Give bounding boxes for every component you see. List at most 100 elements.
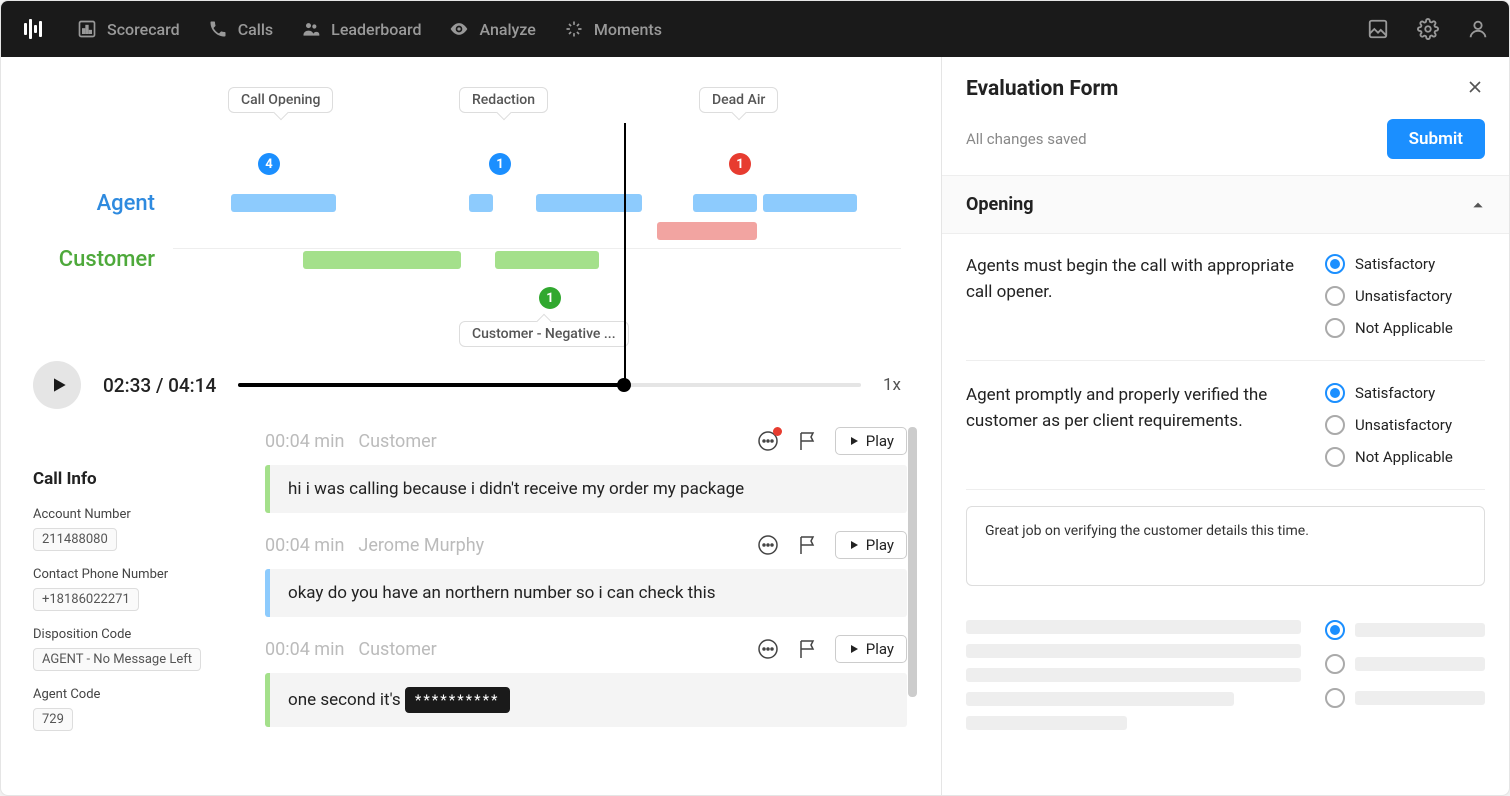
nav-label: Analyze [479,20,535,39]
timeline-tag[interactable]: Dead Air [699,87,778,113]
playback-speed[interactable]: 1x [883,375,901,395]
nav-moments[interactable]: Moments [564,19,662,39]
user-icon[interactable] [1467,18,1489,40]
play-icon [49,375,69,395]
progress-bar[interactable] [238,383,861,387]
call-info-label: Contact Phone Number [33,567,241,582]
flag-icon[interactable] [795,636,821,662]
progress-thumb[interactable] [617,378,631,392]
radio-option[interactable]: Unsatisfactory [1325,286,1485,306]
radio-input[interactable] [1325,254,1345,274]
nav-calls[interactable]: Calls [208,19,273,39]
transcript-text: okay do you have an northern number so i… [265,569,907,617]
app-logo[interactable] [21,15,49,43]
call-info-value: +18186022271 [33,588,139,611]
radio-label: Satisfactory [1355,255,1435,273]
timeline-tags-bottom: Customer - Negative ... [173,321,901,349]
radio-label: Unsatisfactory [1355,287,1452,305]
transcript-speaker: Jerome Murphy [358,535,484,556]
image-placeholder-icon[interactable] [1367,18,1389,40]
timeline-badge[interactable]: 4 [258,153,280,175]
timeline-badge[interactable]: 1 [489,153,511,175]
comment-icon[interactable] [755,636,781,662]
timeline-badge[interactable]: 1 [539,287,561,309]
transcript-text: one second it's ********** [265,673,907,727]
radio-label: Unsatisfactory [1355,416,1452,434]
gear-icon[interactable] [1417,18,1439,40]
submit-button[interactable]: Submit [1387,119,1485,159]
transcript-time: 00:04 min [265,639,344,660]
play-snippet-button[interactable]: Play [835,427,907,455]
transcript-speaker: Customer [358,639,436,660]
radio-input[interactable] [1325,447,1345,467]
nav-label: Leaderboard [331,20,421,39]
play-snippet-button[interactable]: Play [835,635,907,663]
close-panel-button[interactable] [1465,77,1485,101]
play-button[interactable] [33,361,81,409]
evaluation-panel: Evaluation Form All changes saved Submit… [941,57,1509,795]
radio-input[interactable] [1325,415,1345,435]
radio-input[interactable] [1325,654,1345,674]
radio-option[interactable]: Satisfactory [1325,254,1485,274]
call-info-label: Account Number [33,507,241,522]
timeline-tag[interactable]: Redaction [459,87,548,113]
timeline-tag[interactable]: Customer - Negative ... [459,321,629,347]
transcript-speaker: Customer [358,431,436,452]
radio-label: Satisfactory [1355,384,1435,402]
radio-option[interactable]: Unsatisfactory [1325,415,1485,435]
section-header-opening[interactable]: Opening [942,176,1509,234]
loading-placeholder [966,610,1485,740]
nav-leaderboard[interactable]: Leaderboard [301,19,421,39]
transcript-scrollbar[interactable] [908,427,917,697]
radio-input[interactable] [1325,318,1345,338]
comment-textarea[interactable]: Great job on verifying the customer deta… [966,506,1485,586]
radio-option[interactable]: Not Applicable [1325,318,1485,338]
radio-option[interactable]: Not Applicable [1325,447,1485,467]
radio-option[interactable]: Satisfactory [1325,383,1485,403]
flag-icon[interactable] [795,428,821,454]
panel-title: Evaluation Form [966,77,1118,101]
bar-chart-icon [77,19,97,39]
timeline-badge[interactable]: 1 [729,153,751,175]
transcript-block: 00:04 min Jerome Murphy Play okay do you ha… [265,531,907,617]
flag-icon[interactable] [795,532,821,558]
call-info-title: Call Info [33,469,241,489]
comment-icon[interactable] [755,428,781,454]
transcript-block: 00:04 min Customer Play hi i was calling be… [265,427,907,513]
timeline-badges-top: 4 1 1 [173,153,901,175]
evaluation-question: Agents must begin the call with appropri… [966,254,1485,361]
nav-label: Moments [594,20,662,39]
transcript-time: 00:04 min [265,535,344,556]
timeline-tag[interactable]: Call Opening [228,87,333,113]
nav-scorecard[interactable]: Scorecard [77,19,180,39]
agent-track-label: Agent [33,191,173,216]
transcript-block: 00:04 min Customer Play one second it's ***… [265,635,907,727]
radio-input[interactable] [1325,383,1345,403]
call-info-field: Account Number 211488080 [33,507,241,551]
call-info-value: 729 [33,708,73,731]
radio-label: Not Applicable [1355,319,1453,337]
play-icon [848,435,860,447]
section-title: Opening [966,194,1033,215]
sparkle-icon [564,19,584,39]
agent-track[interactable] [173,192,901,214]
radio-input[interactable] [1325,688,1345,708]
call-info-value: 211488080 [33,528,117,551]
question-text: Agent promptly and properly verified the… [966,383,1301,467]
question-text: Agents must begin the call with appropri… [966,254,1301,338]
play-icon [848,643,860,655]
radio-input[interactable] [1325,286,1345,306]
transcript-text: hi i was calling because i didn't receiv… [265,465,907,513]
comment-icon[interactable] [755,532,781,558]
nav-analyze[interactable]: Analyze [449,19,535,39]
call-info-field: Contact Phone Number +18186022271 [33,567,241,611]
radio-input[interactable] [1325,620,1345,640]
play-snippet-button[interactable]: Play [835,531,907,559]
transcript-time: 00:04 min [265,431,344,452]
nav-label: Scorecard [107,20,180,39]
people-icon [301,19,321,39]
close-icon [1465,77,1485,97]
customer-track[interactable] [173,248,901,270]
play-icon [848,539,860,551]
eye-icon [449,19,469,39]
